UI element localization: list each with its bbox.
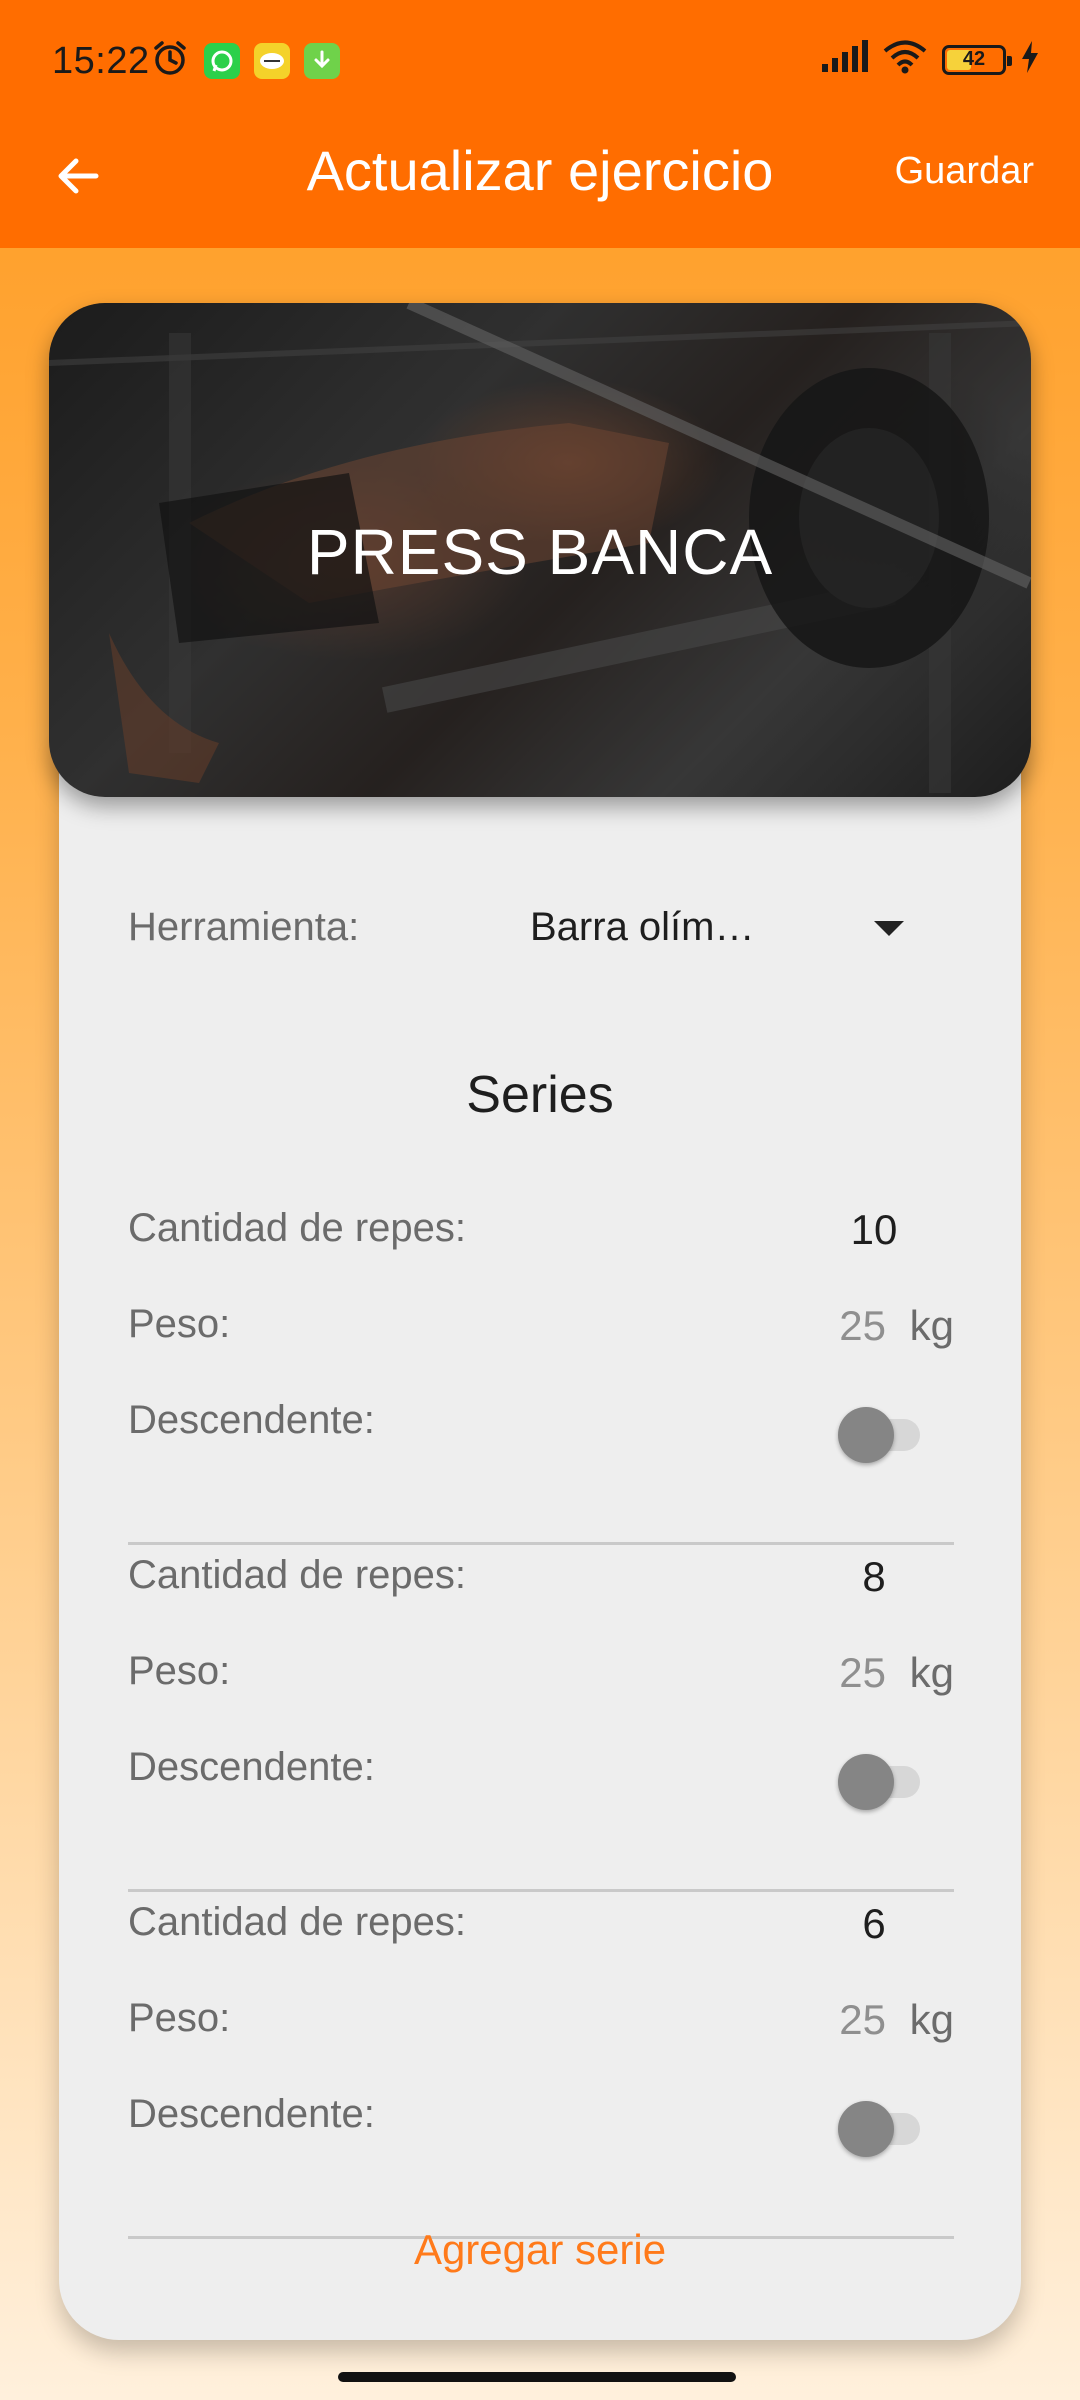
weight-label: Peso: [128, 1649, 231, 1693]
reps-input[interactable]: 6 [814, 1900, 934, 1948]
wifi-icon [882, 40, 928, 79]
descending-label: Descendente: [128, 1745, 375, 1789]
toggle-thumb [838, 2101, 894, 2157]
battery-level: 42 [962, 48, 986, 70]
weight-input[interactable]: 25 [839, 1996, 886, 2044]
exercise-name: PRESS BANCA [306, 516, 774, 588]
alarm-icon [150, 38, 190, 83]
descending-toggle[interactable] [838, 2096, 924, 2157]
reps-row: Cantidad de repes: 8 [128, 1553, 954, 1613]
reps-label: Cantidad de repes: [128, 1206, 467, 1250]
dropdown-arrow-icon [874, 921, 904, 936]
reps-row: Cantidad de repes: 10 [128, 1206, 954, 1266]
weight-input[interactable]: 25 [839, 1302, 886, 1350]
set-divider [128, 1542, 954, 1545]
set-item: Cantidad de repes: 10 Peso: 25 kg Descen… [128, 1206, 954, 1552]
add-set-button[interactable]: Agregar serie [0, 2226, 1080, 2274]
set-divider [128, 1889, 954, 1892]
status-time: 15:22 [52, 40, 150, 82]
weight-label: Peso: [128, 1996, 231, 2040]
descending-row: Descendente: [128, 2092, 954, 2157]
descending-row: Descendente: [128, 1398, 954, 1463]
weight-unit: kg [909, 1649, 954, 1696]
descending-toggle[interactable] [838, 1749, 924, 1810]
exercise-image: PRESS BANCA [49, 303, 1031, 797]
signal-icon [820, 40, 868, 79]
notification-app-icon [254, 42, 290, 79]
app-bar: Actualizar ejercicio Guardar [0, 120, 1080, 248]
battery-icon: 42 [942, 44, 1012, 75]
tool-selected-value: Barra olím… [530, 905, 755, 949]
series-heading: Series [466, 1066, 614, 1124]
status-icons-left [150, 38, 340, 83]
toggle-thumb [838, 1407, 894, 1463]
charging-icon [1020, 41, 1040, 78]
weight-row: Peso: 25 kg [128, 1649, 954, 1709]
weight-row: Peso: 25 kg [128, 1996, 954, 2056]
tool-label: Herramienta: [128, 905, 360, 949]
status-bar: 15:22 42 [0, 0, 1080, 120]
weight-row: Peso: 25 kg [128, 1302, 954, 1362]
reps-input[interactable]: 10 [814, 1206, 934, 1254]
weight-input[interactable]: 25 [839, 1649, 886, 1697]
tool-dropdown[interactable]: Barra olím… [530, 895, 914, 965]
save-button[interactable]: Guardar [895, 150, 1034, 193]
download-icon [304, 42, 340, 79]
weight-label: Peso: [128, 1302, 231, 1346]
descending-row: Descendente: [128, 1745, 954, 1810]
reps-label: Cantidad de repes: [128, 1900, 467, 1944]
reps-label: Cantidad de repes: [128, 1553, 467, 1597]
status-icons-right: 42 [820, 40, 1040, 79]
toggle-thumb [838, 1754, 894, 1810]
descending-label: Descendente: [128, 2092, 375, 2136]
reps-row: Cantidad de repes: 6 [128, 1900, 954, 1960]
descending-toggle[interactable] [838, 1402, 924, 1463]
home-indicator[interactable] [338, 2372, 736, 2382]
weight-unit: kg [909, 1302, 954, 1349]
set-item: Cantidad de repes: 6 Peso: 25 kg Descend… [128, 1900, 954, 2246]
app-header: 15:22 42 Actualizar ejercicio Guardar [0, 0, 1080, 248]
descending-label: Descendente: [128, 1398, 375, 1442]
reps-input[interactable]: 8 [814, 1553, 934, 1601]
weight-unit: kg [909, 1996, 954, 2043]
whatsapp-icon [204, 42, 240, 79]
set-item: Cantidad de repes: 8 Peso: 25 kg Descend… [128, 1553, 954, 1899]
